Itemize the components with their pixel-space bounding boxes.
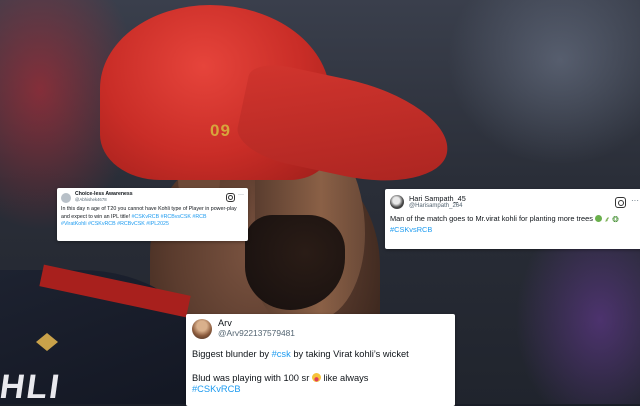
tweet-card-2[interactable]: Hari Sampath_45 @Harisampath_264 ··· Man… <box>385 189 640 249</box>
tweet-text: Man of the match goes to Mr.virat kohli … <box>390 214 639 236</box>
tweet-author-name[interactable]: Hari Sampath_45 <box>409 194 615 203</box>
tweet-card-3[interactable]: Arv @Arv922137579481 Biggest blunder by … <box>186 314 455 406</box>
tweet-text: In this day n age of T20 you cannot have… <box>61 206 244 229</box>
green-circle-icon <box>595 215 602 222</box>
jersey-letters: HLI <box>0 368 64 404</box>
tweet-header: Arv @Arv922137579481 <box>192 318 449 339</box>
tweet-line-2-suffix: like always <box>323 372 369 383</box>
tweet-author-name[interactable]: Arv <box>218 318 449 328</box>
tweet-author-handle[interactable]: @Arv922137579481 <box>218 328 449 338</box>
tweet-author-handle[interactable]: @Harisampath_264 <box>409 203 615 209</box>
tweet-author-handle[interactable]: @Abhishek4678 <box>75 197 226 202</box>
tweet-hashtags[interactable]: #CSKvsRCB <box>390 225 432 234</box>
tweet-body: Man of the match goes to Mr.virat kohli … <box>390 214 593 223</box>
avatar[interactable] <box>390 195 404 209</box>
tweet-hashtags[interactable]: #CSKvRCB #RCBvsCSK #RCB <box>131 214 206 220</box>
tweet-header: Choice-less Awareness @Abhishek4678 ··· <box>61 191 244 203</box>
tweet-hashtags[interactable]: #CSKvRCB <box>192 384 241 394</box>
avatar[interactable] <box>192 319 212 339</box>
tweet-card-1[interactable]: Choice-less Awareness @Abhishek4678 ··· … <box>57 188 248 241</box>
avatar[interactable] <box>61 193 71 203</box>
cap-number: 09 <box>210 121 231 140</box>
palm-tree-icon: ❂ <box>612 215 619 224</box>
more-icon[interactable]: ··· <box>631 196 639 205</box>
instagram-icon[interactable] <box>615 197 626 208</box>
instagram-icon[interactable] <box>226 193 235 202</box>
tweet-header: Hari Sampath_45 @Harisampath_264 ··· <box>390 194 639 209</box>
tweet-hashtag[interactable]: #csk <box>272 349 291 359</box>
tongue-face-icon <box>311 372 321 382</box>
tweet-hashtags[interactable]: #ViratKohli #CSKvRCB #RCBvCSK #IPL2025 <box>61 221 169 227</box>
tweet-line-suffix: by taking Virat kohli’s wicket <box>293 349 409 359</box>
tweet-text: Biggest blunder by #csk by taking Virat … <box>192 349 449 396</box>
seedling-icon: ⸙ <box>604 215 611 224</box>
more-icon[interactable]: ··· <box>238 192 244 198</box>
tweet-line-prefix: Biggest blunder by <box>192 349 270 359</box>
tweet-line-2: Blud was playing with 100 sr <box>192 372 310 383</box>
